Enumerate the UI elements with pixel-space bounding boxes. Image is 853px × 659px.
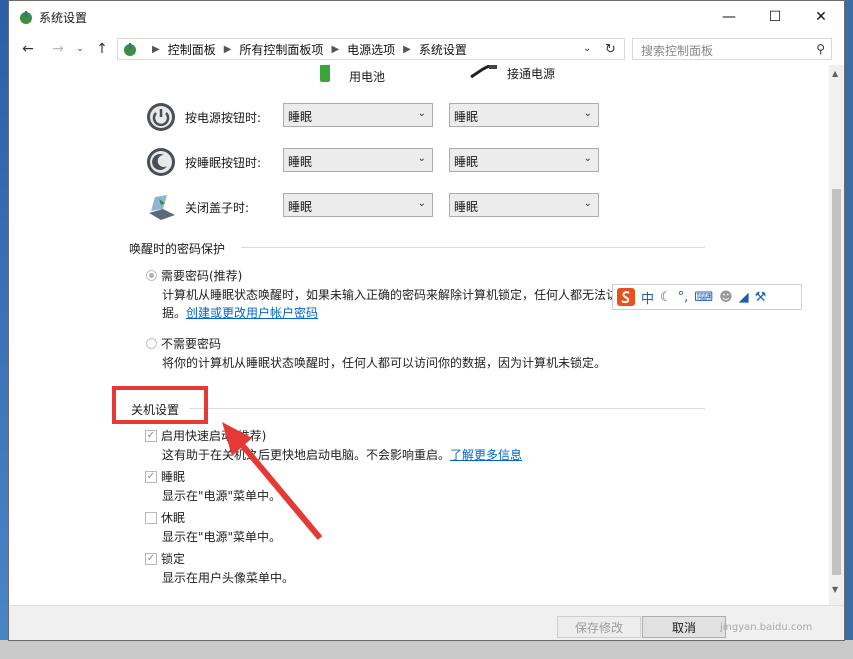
watermark-logo: Baidu经验: [650, 584, 772, 609]
annotation-arrow-icon: [222, 422, 323, 540]
watermark-url: jingyan.baidu.com: [720, 622, 813, 633]
